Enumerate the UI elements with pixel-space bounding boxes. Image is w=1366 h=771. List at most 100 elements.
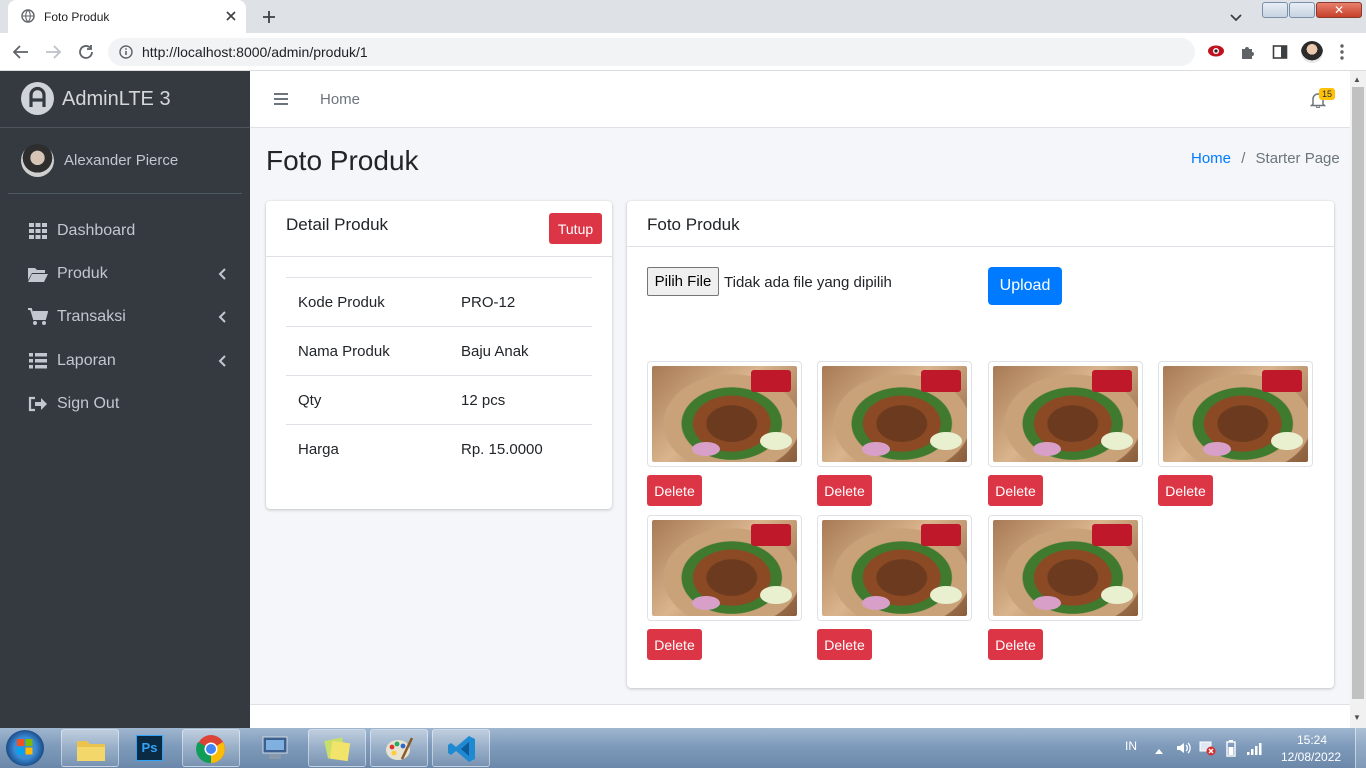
hamburger-menu-icon[interactable] <box>273 92 289 111</box>
foto-produk-card: Foto Produk Pilih File Tidak ada file ya… <box>627 201 1334 688</box>
taskbar-vscode-button[interactable] <box>432 729 490 767</box>
sidebar-item-label: Dashboard <box>57 222 136 239</box>
grid-icon <box>28 223 48 239</box>
breadcrumb-home-link[interactable]: Home <box>1191 150 1231 167</box>
sidebar-item-produk[interactable]: Produk <box>0 254 250 294</box>
browser-tab[interactable]: Foto Produk <box>8 0 246 33</box>
satay-food-image <box>993 520 1138 616</box>
card-header: Detail Produk Tutup <box>266 201 612 257</box>
back-icon[interactable] <box>12 43 30 66</box>
brand-logo-icon <box>21 82 54 115</box>
info-icon[interactable] <box>119 45 133 64</box>
battery-icon[interactable] <box>1225 739 1237 762</box>
product-photo <box>817 361 972 467</box>
chevron-left-icon <box>218 267 226 285</box>
forward-icon[interactable] <box>44 43 62 66</box>
language-indicator[interactable]: IN <box>1125 739 1137 753</box>
taskbar-explorer-button[interactable] <box>61 729 119 767</box>
tab-close-icon[interactable] <box>224 9 238 28</box>
satay-food-image <box>652 366 797 462</box>
delete-photo-button[interactable]: Delete <box>647 629 702 660</box>
side-panel-icon[interactable] <box>1272 44 1288 65</box>
sign-out-icon <box>28 396 48 412</box>
sidebar-item-sign-out[interactable]: Sign Out <box>0 384 250 424</box>
maximize-button[interactable] <box>1289 2 1315 18</box>
row-value: 12 pcs <box>461 392 506 409</box>
breadcrumb: Home / Starter Page <box>1191 150 1340 167</box>
tab-search-chevron-icon[interactable] <box>1229 10 1243 29</box>
upload-button[interactable]: Upload <box>988 267 1062 305</box>
navbar-home-link[interactable]: Home <box>320 91 360 108</box>
notification-badge: 15 <box>1319 88 1336 100</box>
delete-photo-button[interactable]: Delete <box>1158 475 1213 506</box>
tray-expand-icon[interactable] <box>1154 742 1164 760</box>
url-field[interactable]: http://localhost:8000/admin/produk/1 <box>108 38 1195 66</box>
user-panel[interactable]: Alexander Pierce <box>8 128 242 194</box>
sidebar-item-label: Produk <box>57 265 108 282</box>
delete-photo-button[interactable]: Delete <box>647 475 702 506</box>
user-avatar <box>21 144 54 177</box>
photoshop-icon: Ps <box>136 735 163 761</box>
sidebar-item-dashboard[interactable]: Dashboard <box>0 211 250 251</box>
scroll-down-icon[interactable]: ▼ <box>1353 713 1361 722</box>
row-value: Rp. 15.0000 <box>461 441 543 458</box>
row-value: Baju Anak <box>461 343 529 360</box>
close-window-button[interactable]: ✕ <box>1316 2 1362 18</box>
product-photo <box>988 515 1143 621</box>
delete-photo-button[interactable]: Delete <box>988 629 1043 660</box>
file-status-text: Tidak ada file yang dipilih <box>724 274 892 291</box>
taskbar-network-app-button[interactable] <box>246 729 304 767</box>
new-tab-icon[interactable] <box>261 9 277 30</box>
delete-photo-button[interactable]: Delete <box>817 475 872 506</box>
footer <box>250 704 1350 728</box>
minimize-button[interactable] <box>1262 2 1288 18</box>
row-value: PRO-12 <box>461 294 516 311</box>
taskbar-photoshop-button[interactable]: Ps <box>122 729 178 767</box>
chevron-left-icon <box>218 354 226 372</box>
page-scrollbar[interactable]: ▲ ▼ <box>1350 71 1366 728</box>
delete-photo-button[interactable]: Delete <box>817 629 872 660</box>
signal-icon[interactable] <box>1246 740 1264 761</box>
taskbar-paint-button[interactable] <box>370 729 428 767</box>
volume-icon[interactable] <box>1175 740 1191 761</box>
profile-avatar[interactable] <box>1301 41 1323 63</box>
vscode-icon <box>447 734 477 769</box>
product-photo <box>647 515 802 621</box>
url-text: http://localhost:8000/admin/produk/1 <box>142 44 368 60</box>
card-header: Foto Produk <box>627 201 1334 247</box>
breadcrumb-current: Starter Page <box>1255 150 1340 167</box>
taskbar-chrome-button[interactable] <box>182 729 240 767</box>
scroll-up-icon[interactable]: ▲ <box>1353 75 1361 84</box>
network-error-icon[interactable] <box>1199 740 1217 761</box>
row-label: Nama Produk <box>298 343 390 360</box>
satay-food-image <box>993 366 1138 462</box>
choose-file-button[interactable]: Pilih File <box>647 267 719 296</box>
scrollbar-thumb[interactable] <box>1352 87 1364 699</box>
tutup-button[interactable]: Tutup <box>549 213 602 244</box>
globe-icon <box>21 9 35 28</box>
extensions-puzzle-icon[interactable] <box>1240 44 1256 65</box>
folder-icon <box>76 738 106 767</box>
list-icon <box>28 353 48 369</box>
clock-time[interactable]: 15:24 <box>1297 733 1327 747</box>
start-orb-icon[interactable] <box>6 730 44 766</box>
show-desktop-button[interactable] <box>1355 728 1366 768</box>
satay-food-image <box>1163 366 1308 462</box>
clock-date[interactable]: 12/08/2022 <box>1281 750 1341 764</box>
tab-title: Foto Produk <box>44 10 110 24</box>
taskbar-sticky-notes-button[interactable] <box>308 729 366 767</box>
product-photo <box>1158 361 1313 467</box>
detail-produk-card: Detail Produk Tutup Kode Produk PRO-12 N… <box>266 201 612 509</box>
reload-icon[interactable] <box>77 43 95 66</box>
table-row: Nama Produk Baju Anak <box>286 326 592 375</box>
delete-photo-button[interactable]: Delete <box>988 475 1043 506</box>
row-label: Kode Produk <box>298 294 385 311</box>
sidebar-item-laporan[interactable]: Laporan <box>0 341 250 381</box>
brand-text: AdminLTE 3 <box>62 88 171 110</box>
cart-icon <box>28 308 48 326</box>
menu-kebab-icon[interactable] <box>1339 43 1345 66</box>
eye-extension-icon[interactable] <box>1207 44 1225 63</box>
brand-link[interactable]: AdminLTE 3 <box>0 71 250 128</box>
sidebar-item-transaksi[interactable]: Transaksi <box>0 297 250 337</box>
windows-taskbar: Ps IN 15:24 12/08/2022 <box>0 728 1366 768</box>
